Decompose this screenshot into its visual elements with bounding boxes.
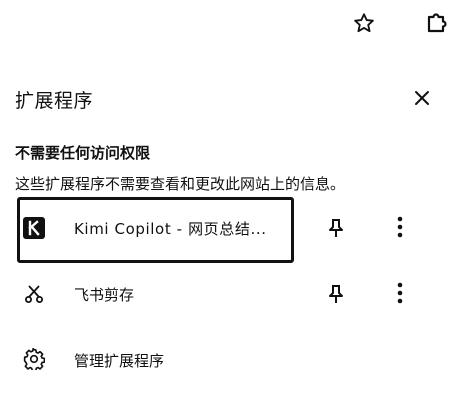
gear-icon xyxy=(23,348,45,370)
more-options-button[interactable] xyxy=(388,278,412,308)
scissors-icon xyxy=(23,283,45,305)
extension-name[interactable]: Kimi Copilot - 网页总结... xyxy=(74,218,287,239)
close-button[interactable] xyxy=(408,84,436,112)
section-title: 不需要任何访问权限 xyxy=(15,144,151,162)
extension-name[interactable]: 飞书剪存 xyxy=(74,284,134,305)
pin-icon xyxy=(327,284,345,304)
pin-button[interactable] xyxy=(322,214,350,242)
kimi-k-logo-icon xyxy=(23,217,45,239)
more-options-button[interactable] xyxy=(388,212,412,242)
more-vertical-icon xyxy=(397,282,403,304)
close-icon xyxy=(414,90,430,106)
panel-title: 扩展程序 xyxy=(15,90,94,112)
star-outline-icon xyxy=(353,12,375,34)
pin-button[interactable] xyxy=(322,280,350,308)
more-vertical-icon xyxy=(397,216,403,238)
extensions-button[interactable] xyxy=(422,7,451,37)
bookmark-star-button[interactable] xyxy=(350,9,378,37)
section-description: 这些扩展程序不需要查看和更改此网站上的信息。 xyxy=(15,175,346,193)
pin-icon xyxy=(327,218,345,238)
puzzle-piece-icon xyxy=(425,10,449,34)
manage-extensions-label: 管理扩展程序 xyxy=(74,352,165,370)
